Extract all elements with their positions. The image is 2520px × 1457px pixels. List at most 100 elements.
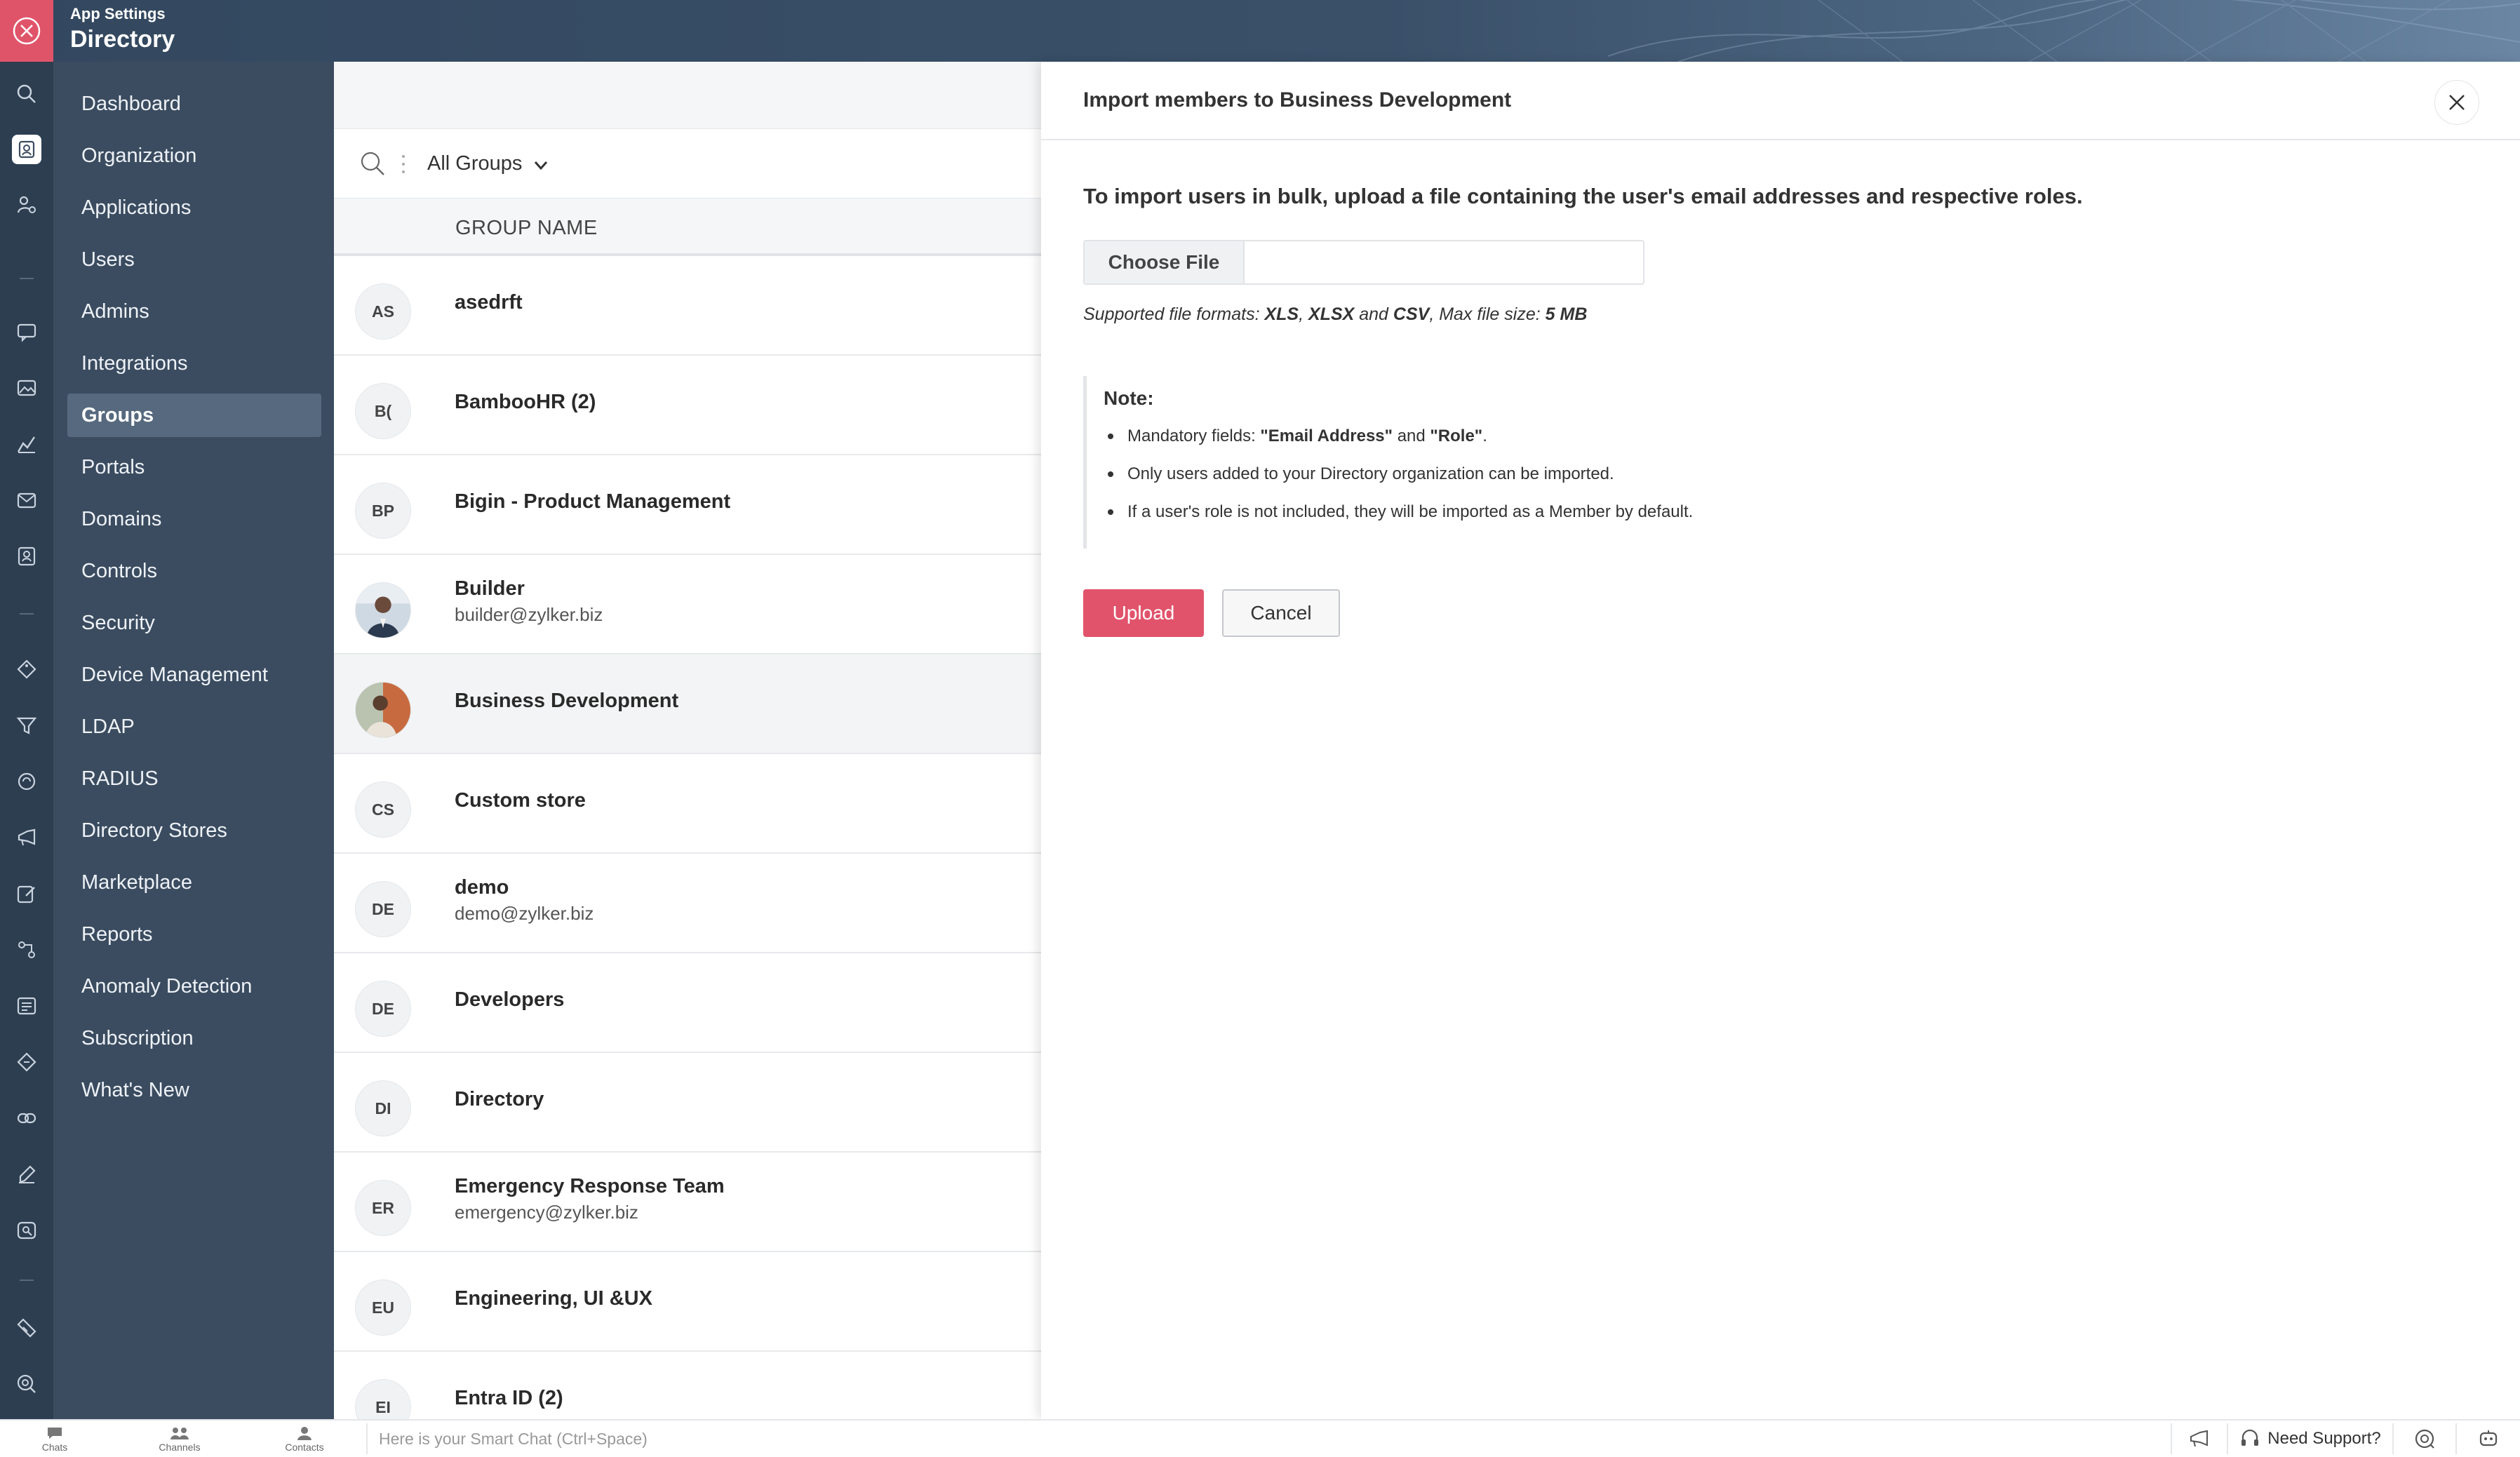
note-title: Note: — [1104, 387, 1154, 409]
assistant-button[interactable] — [2392, 1423, 2455, 1454]
chat-icon[interactable] — [12, 317, 41, 347]
table-row[interactable]: BP Bigin - Product Management — [334, 455, 1041, 555]
close-icon — [2449, 95, 2465, 110]
menu-item-anomaly-detection[interactable]: Anomaly Detection — [67, 965, 321, 1008]
cancel-button[interactable]: Cancel — [1222, 589, 1340, 637]
table-row[interactable]: Builder builder@zylker.biz — [334, 555, 1041, 654]
menu-item-ldap[interactable]: LDAP — [67, 705, 321, 748]
menu-item-subscription[interactable]: Subscription — [67, 1016, 321, 1060]
avatar: EU — [355, 1280, 411, 1336]
chat-bubble-icon — [48, 1428, 62, 1439]
group-name: Business Development — [455, 690, 679, 712]
megaphone-icon — [2190, 1430, 2208, 1447]
menu-item-whats-new[interactable]: What's New — [67, 1068, 321, 1112]
bullet — [1108, 434, 1113, 439]
close-panel-button[interactable] — [2434, 80, 2479, 125]
menu-item-users[interactable]: Users — [67, 238, 321, 281]
avatar: CS — [355, 781, 411, 838]
link-icon[interactable] — [12, 1103, 41, 1133]
choose-file-button[interactable]: Choose File — [1085, 241, 1245, 283]
menu-item-portals[interactable]: Portals — [67, 445, 321, 489]
list-icon[interactable] — [12, 991, 41, 1021]
smart-chat-input[interactable]: Here is your Smart Chat (Ctrl+Space) — [366, 1423, 2162, 1454]
menu-item-directory-stores[interactable]: Directory Stores — [67, 809, 321, 852]
tab-channels[interactable]: Channels — [138, 1422, 222, 1457]
mail-icon[interactable] — [12, 485, 41, 515]
avatar: AS — [355, 283, 411, 340]
tab-label: Chats — [41, 1442, 68, 1453]
menu-item-integrations[interactable]: Integrations — [67, 342, 321, 385]
ticket-icon[interactable] — [12, 1047, 41, 1077]
menu-item-dashboard[interactable]: Dashboard — [67, 82, 321, 126]
table-row[interactable]: EI Entra ID (2) — [334, 1352, 1041, 1419]
need-support-button[interactable]: Need Support? — [2227, 1423, 2392, 1454]
chevron-down-icon[interactable] — [533, 160, 549, 175]
tab-contacts[interactable]: Contacts — [262, 1422, 347, 1457]
table-row[interactable]: AS asedrft — [334, 256, 1041, 356]
avatar: DE — [355, 881, 411, 937]
notifications-button[interactable] — [2455, 1423, 2520, 1454]
note-box: Note: Mandatory fields: "Email Address" … — [1083, 376, 1855, 549]
search-icon[interactable] — [359, 150, 387, 182]
flow-icon[interactable] — [12, 935, 41, 965]
close-app-button[interactable] — [0, 0, 53, 62]
image-icon[interactable] — [12, 373, 41, 403]
file-upload-field[interactable]: Choose File — [1083, 240, 1644, 285]
group-filter-dropdown[interactable]: All Groups — [427, 152, 522, 175]
menu-item-reports[interactable]: Reports — [67, 913, 321, 956]
pen-icon[interactable] — [12, 1160, 41, 1189]
group-list-area: All Groups GROUP NAME AS asedrft B( Bamb… — [334, 62, 1041, 1419]
top-bar: App Settings Directory — [0, 0, 2520, 62]
menu-item-radius[interactable]: RADIUS — [67, 757, 321, 800]
menu-item-device-management[interactable]: Device Management — [67, 653, 321, 697]
column-header-group-name[interactable]: GROUP NAME — [455, 217, 598, 240]
group-email: emergency@zylker.biz — [455, 1202, 638, 1223]
announcement-button[interactable] — [2171, 1423, 2227, 1454]
max-size-prefix: , Max file size: — [1429, 304, 1546, 324]
page-title: Directory — [70, 26, 175, 53]
upload-button[interactable]: Upload — [1083, 589, 1204, 637]
analytics-icon[interactable] — [12, 1216, 41, 1245]
format-xlsx: XLSX — [1308, 304, 1355, 324]
contacts-icon[interactable] — [12, 542, 41, 571]
menu-item-marketplace[interactable]: Marketplace — [67, 861, 321, 904]
group-name: Builder — [455, 577, 525, 600]
contact-person-icon — [297, 1427, 311, 1440]
avatar: B( — [355, 383, 411, 439]
table-row[interactable]: CS Custom store — [334, 754, 1041, 854]
avatar-photo — [355, 682, 411, 738]
megaphone-icon[interactable] — [12, 823, 41, 852]
max-size-value: 5 MB — [1545, 304, 1588, 324]
channels-icon — [170, 1428, 189, 1439]
table-row-selected[interactable]: Business Development — [334, 654, 1041, 754]
tab-chats[interactable]: Chats — [13, 1422, 97, 1457]
menu-item-groups[interactable]: Groups — [67, 394, 321, 437]
sync-icon[interactable] — [12, 767, 41, 796]
edit-icon[interactable] — [12, 879, 41, 908]
menu-item-security[interactable]: Security — [67, 601, 321, 645]
table-row[interactable]: DE demo demo@zylker.biz — [334, 854, 1041, 953]
chart-icon[interactable] — [12, 429, 41, 459]
menu-item-controls[interactable]: Controls — [67, 549, 321, 593]
search-zoom-icon[interactable] — [12, 1369, 41, 1399]
directory-icon[interactable] — [12, 135, 41, 164]
menu-item-applications[interactable]: Applications — [67, 186, 321, 229]
search-icon[interactable] — [12, 79, 41, 109]
coupon-icon[interactable] — [12, 1313, 41, 1343]
format-csv: CSV — [1393, 304, 1430, 324]
filter-icon[interactable] — [12, 711, 41, 740]
menu-item-admins[interactable]: Admins — [67, 290, 321, 333]
table-row[interactable]: ER Emergency Response Team emergency@zyl… — [334, 1153, 1041, 1252]
user-settings-icon[interactable] — [12, 190, 41, 220]
menu-item-domains[interactable]: Domains — [67, 497, 321, 541]
group-name: BambooHR (2) — [455, 391, 596, 413]
menu-item-organization[interactable]: Organization — [67, 134, 321, 177]
vertical-dots-divider — [401, 153, 406, 179]
table-row[interactable]: DI Directory — [334, 1053, 1041, 1153]
note-item-text: If a user's role is not included, they w… — [1127, 502, 1694, 521]
table-row[interactable]: DE Developers — [334, 953, 1041, 1053]
group-name: Bigin - Product Management — [455, 490, 731, 513]
table-row[interactable]: EU Engineering, UI &UX — [334, 1252, 1041, 1352]
tag-icon[interactable] — [12, 654, 41, 684]
table-row[interactable]: B( BambooHR (2) — [334, 356, 1041, 455]
